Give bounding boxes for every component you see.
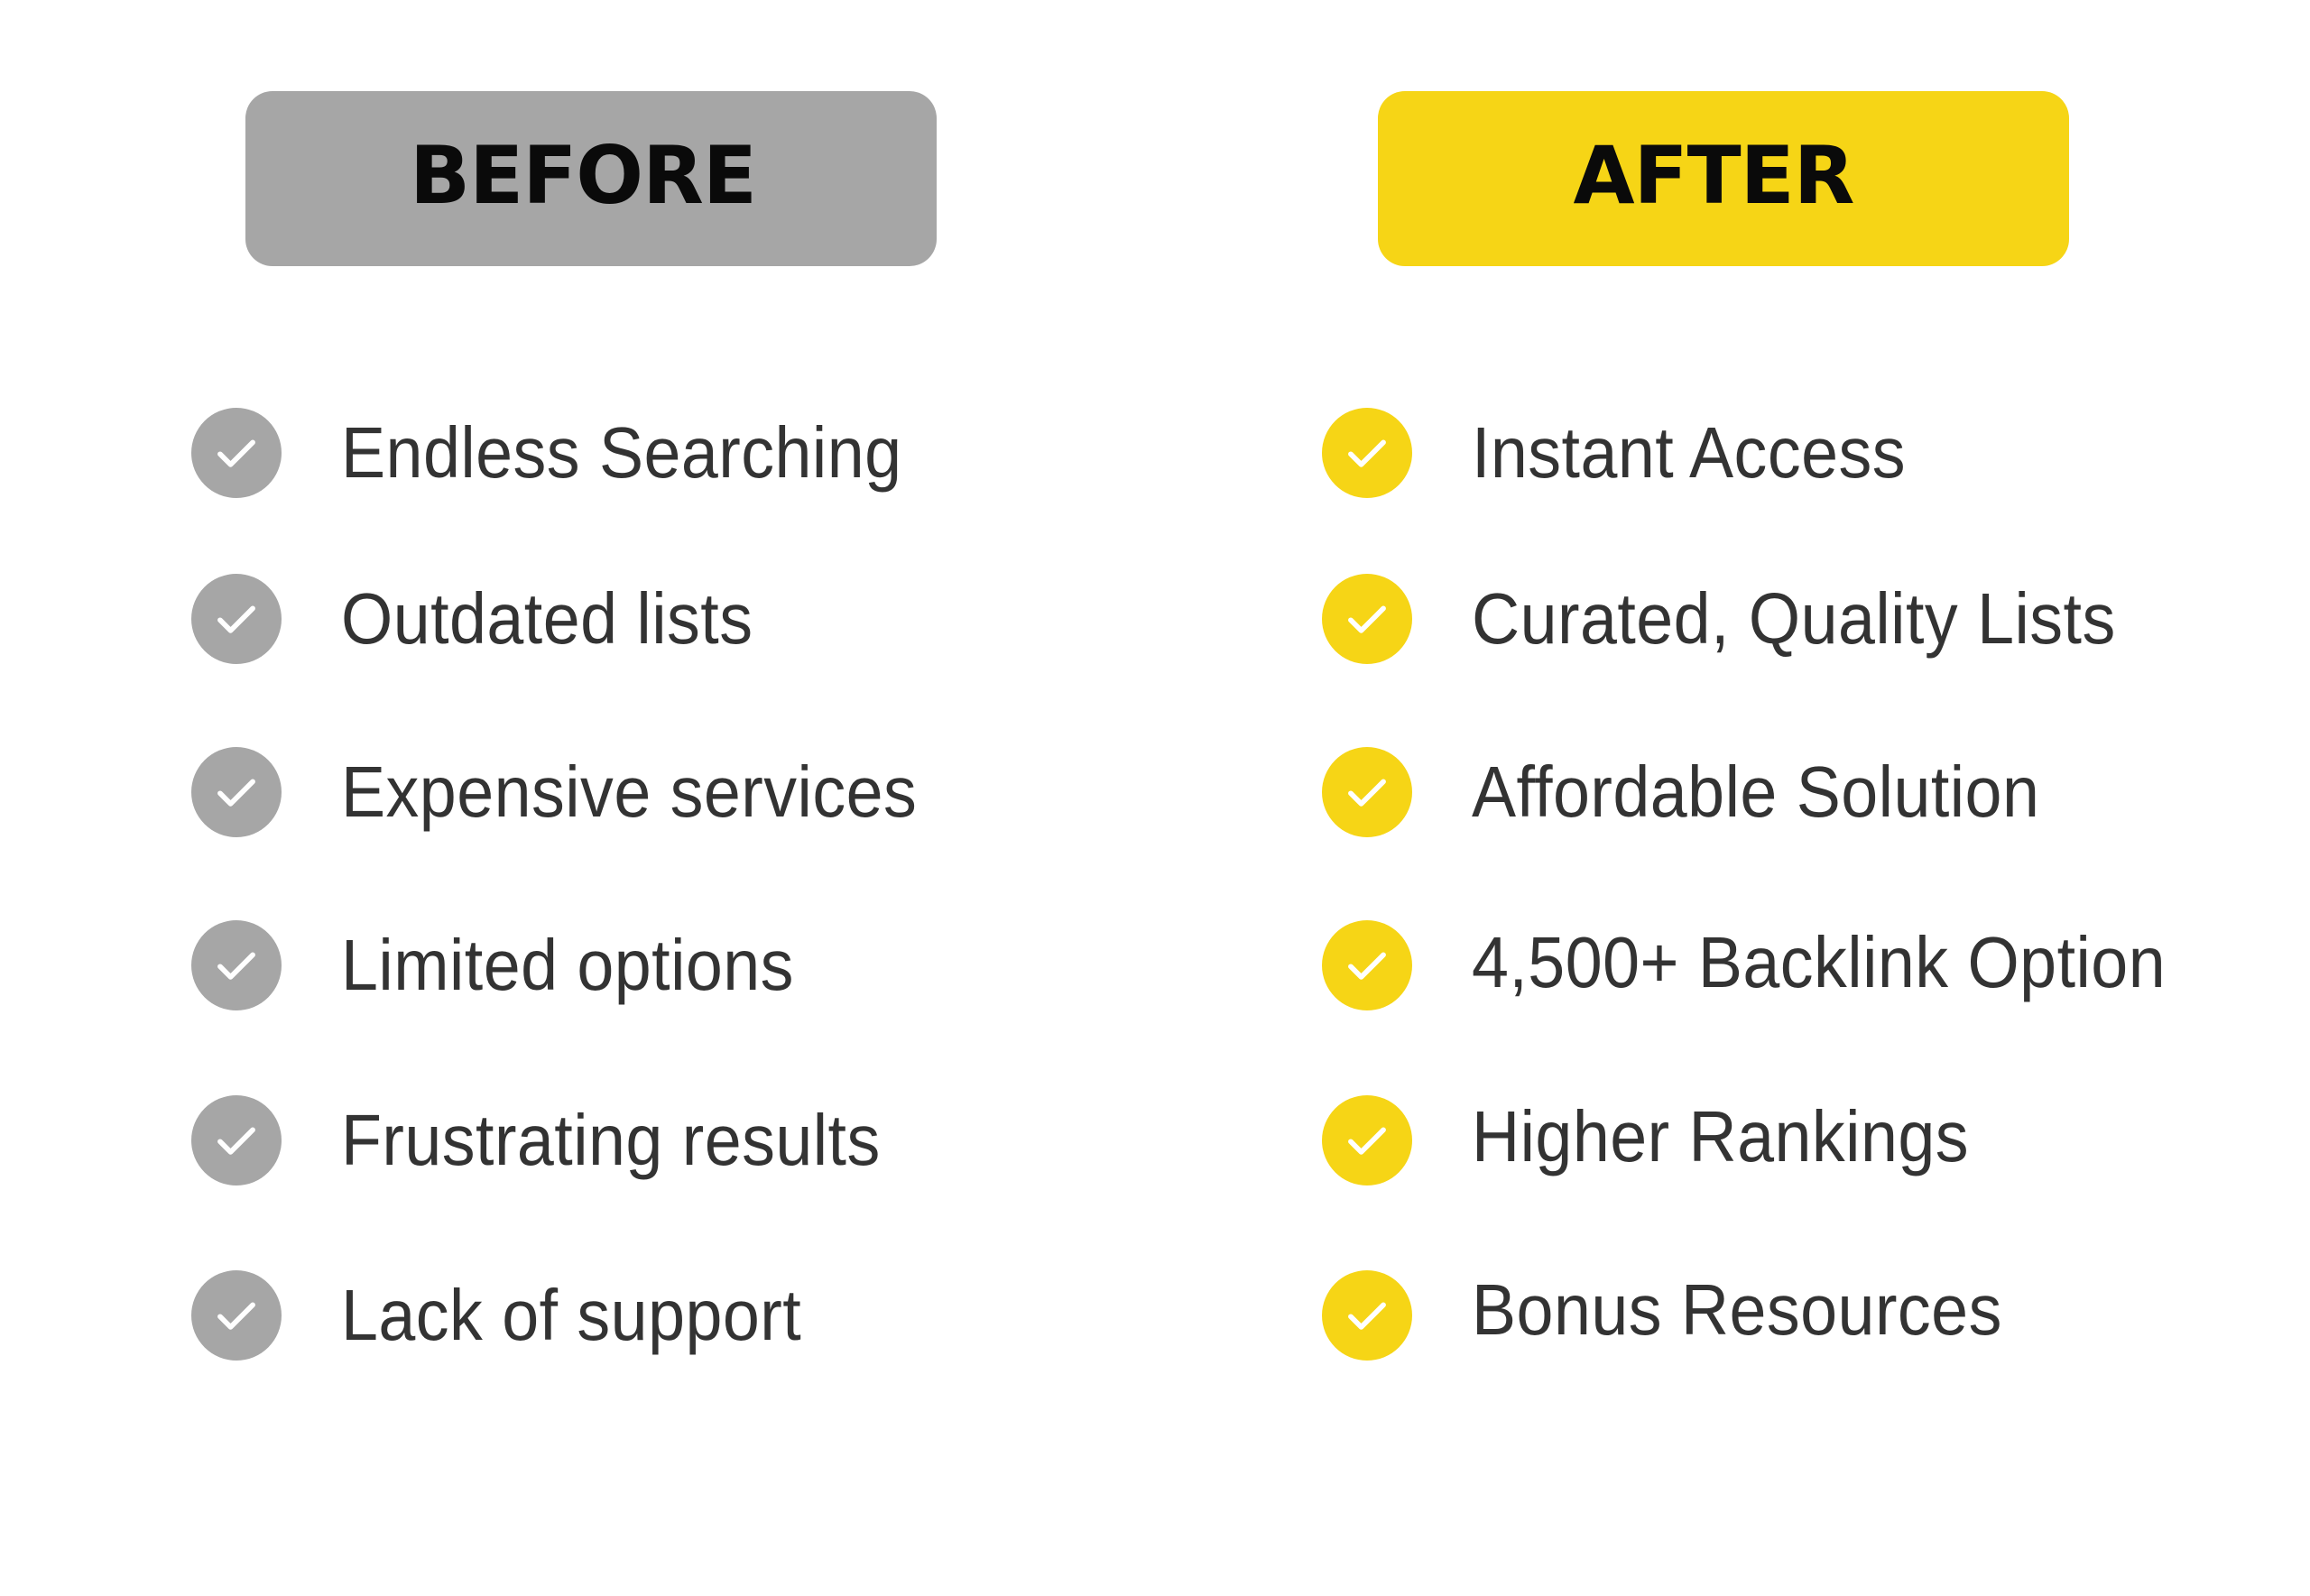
check-circle-icon — [191, 1095, 282, 1185]
check-circle-icon — [1322, 747, 1412, 837]
before-list-item: Frustrating results — [191, 1095, 928, 1185]
after-item-label: 4,500+ Backlink Option — [1472, 922, 2167, 1002]
check-circle-icon — [1322, 920, 1412, 1010]
before-item-label: Outdated lists — [341, 578, 753, 659]
check-circle-icon — [1322, 1270, 1412, 1361]
after-list-item: 4,500+ Backlink Option — [1322, 920, 2226, 1010]
check-circle-icon — [1322, 408, 1412, 498]
after-heading-badge: AFTER — [1378, 91, 2069, 266]
after-list-item: Affordable Solution — [1322, 747, 2089, 837]
before-list-item: Outdated lists — [191, 574, 789, 664]
before-item-label: Expensive services — [341, 752, 918, 832]
before-item-label: Endless Searching — [341, 412, 902, 493]
before-item-label: Lack of support — [341, 1275, 802, 1355]
after-heading: AFTER — [1573, 128, 1854, 222]
after-list-item: Bonus Resources — [1322, 1269, 2048, 1361]
after-item-label: Affordable Solution — [1472, 752, 2040, 832]
check-circle-icon — [1322, 574, 1412, 664]
check-circle-icon — [191, 574, 282, 664]
after-list-item: Instant Access — [1322, 408, 1944, 498]
check-circle-icon — [191, 408, 282, 498]
before-list-item: Expensive services — [191, 747, 967, 837]
check-circle-icon — [1322, 1095, 1412, 1185]
before-list-item: Endless Searching — [191, 408, 951, 498]
before-item-label: Limited options — [341, 925, 794, 1005]
after-item-label: Instant Access — [1472, 412, 1907, 493]
before-list-item: Limited options — [191, 920, 834, 1010]
after-item-label: Bonus Resources — [1472, 1269, 2002, 1350]
check-circle-icon — [191, 920, 282, 1010]
check-circle-icon — [191, 1270, 282, 1361]
before-heading-badge: BEFORE — [245, 91, 937, 266]
before-list-item: Lack of support — [191, 1270, 842, 1361]
check-circle-icon — [191, 747, 282, 837]
after-item-label: Curated, Quality Lists — [1472, 578, 2116, 659]
after-item-label: Higher Rankings — [1472, 1096, 1969, 1176]
after-list-item: Curated, Quality Lists — [1322, 574, 2172, 664]
before-item-label: Frustrating results — [341, 1100, 881, 1180]
before-heading: BEFORE — [410, 128, 757, 222]
after-list-item: Higher Rankings — [1322, 1095, 2012, 1185]
